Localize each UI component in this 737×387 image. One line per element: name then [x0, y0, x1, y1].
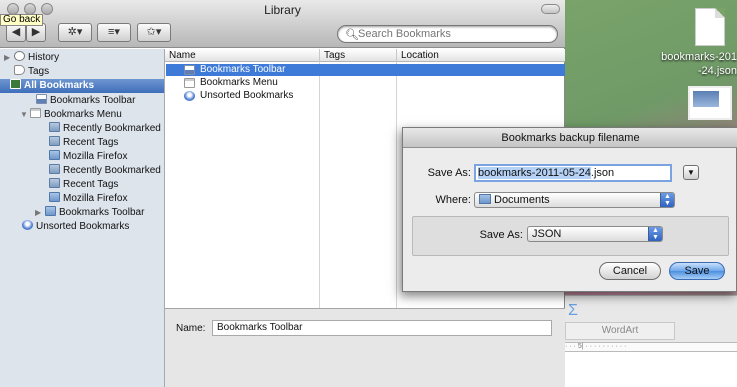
- smart-folder-icon: [49, 164, 60, 174]
- unsorted-bookmarks-icon: [22, 220, 33, 230]
- toolbar-folder-icon: [184, 65, 195, 75]
- organize-button[interactable]: ✲▾: [58, 23, 92, 42]
- save-as-label: Save As:: [427, 167, 471, 179]
- sidebar-item-label: Recently Bookmarked: [63, 165, 161, 176]
- format-popup[interactable]: JSON ▲ ▼: [527, 226, 663, 242]
- screenshot-thumbnail-icon[interactable]: [688, 86, 732, 120]
- filename-selected-text: bookmarks-2011-05-24: [478, 167, 591, 179]
- sidebar-item-mozilla-firefox[interactable]: Mozilla Firefox: [0, 150, 164, 164]
- desktop-file-label-line-2: -24.json: [697, 65, 737, 77]
- sidebar-item-bookmarks-menu[interactable]: ▼ Bookmarks Menu: [0, 108, 164, 122]
- where-label: Where:: [435, 194, 471, 206]
- sidebar-item-bookmarks-toolbar[interactable]: Bookmarks Toolbar: [0, 94, 164, 108]
- sidebar-item-recent-tags[interactable]: Recent Tags: [0, 136, 164, 150]
- sidebar-item-label: Recent Tags: [63, 179, 119, 190]
- ruler: · · · 5| · · · · · · · · · ·: [565, 342, 737, 352]
- search-input[interactable]: [358, 27, 548, 41]
- filename-extension: .json: [590, 167, 615, 179]
- sidebar-item-tags[interactable]: Tags: [0, 65, 164, 79]
- toolbar-folder-icon: [36, 94, 47, 104]
- updown-arrows-icon: ▲ ▼: [648, 227, 662, 241]
- import-backup-button[interactable]: ✩▾: [137, 23, 171, 42]
- list-item[interactable]: Bookmarks Toolbar: [166, 64, 565, 76]
- clock-icon: [14, 51, 25, 61]
- where-popup[interactable]: Documents ▲ ▼: [474, 192, 675, 208]
- folder-icon: [49, 192, 60, 202]
- smart-folder-icon: [49, 178, 60, 188]
- sidebar: ▶ History Tags All Bookmarks Bookmarks To…: [0, 49, 165, 387]
- menu-folder-icon: [30, 108, 41, 118]
- chevron-down-icon: ▼: [687, 168, 695, 177]
- disclosure-triangle-icon[interactable]: ▶: [35, 206, 45, 220]
- sidebar-item-unsorted-bookmarks[interactable]: Unsorted Bookmarks: [0, 220, 164, 234]
- sidebar-item-recently-bookmarked[interactable]: Recently Bookmarked: [0, 122, 164, 136]
- sigma-icon[interactable]: Σ: [568, 302, 578, 320]
- title-bar: Library ◀ ▶ ✲▾ ≡▾ ✩▾ Go back 🔍︎: [0, 0, 565, 48]
- smart-folder-icon: [49, 136, 60, 146]
- format-label: Save As:: [479, 229, 523, 241]
- format-panel: Save As: JSON ▲ ▼: [412, 216, 729, 256]
- expand-dialog-button[interactable]: ▼: [683, 165, 699, 180]
- list-item-name: Bookmarks Toolbar: [200, 64, 286, 75]
- detail-pane: Name: Bookmarks Toolbar: [165, 308, 565, 387]
- menu-folder-icon: [184, 78, 195, 88]
- sidebar-item-mozilla-firefox[interactable]: Mozilla Firefox: [0, 192, 164, 206]
- list-item-name: Unsorted Bookmarks: [200, 90, 294, 101]
- sidebar-item-label: Mozilla Firefox: [63, 151, 128, 162]
- tooltip: Go back: [0, 14, 44, 26]
- save-dialog: Bookmarks backup filename Save As: bookm…: [402, 127, 737, 292]
- sidebar-item-label: Recently Bookmarked: [63, 123, 161, 134]
- sidebar-item-recent-tags[interactable]: Recent Tags: [0, 178, 164, 192]
- list-item[interactable]: Bookmarks Menu: [166, 77, 565, 89]
- name-field[interactable]: Bookmarks Toolbar: [212, 320, 552, 336]
- where-value: Documents: [494, 194, 550, 206]
- save-button[interactable]: Save: [669, 262, 725, 280]
- wordart-tab[interactable]: WordArt: [565, 322, 675, 340]
- list-item-name: Bookmarks Menu: [200, 77, 278, 88]
- sidebar-item-label: Bookmarks Toolbar: [50, 95, 136, 106]
- sidebar-item-label: Recent Tags: [63, 137, 119, 148]
- updown-arrows-icon: ▲ ▼: [660, 193, 674, 207]
- tag-icon: [14, 65, 25, 75]
- sidebar-item-history[interactable]: ▶ History: [0, 51, 164, 65]
- disclosure-triangle-icon[interactable]: ▶: [4, 51, 14, 65]
- window-title: Library: [264, 3, 301, 17]
- sidebar-item-label: Mozilla Firefox: [63, 193, 128, 204]
- sidebar-item-label: Bookmarks Toolbar: [59, 207, 145, 218]
- name-label: Name:: [176, 323, 206, 334]
- desktop-file-label-line-1: bookmarks-201: [661, 51, 737, 63]
- toolbar-toggle-button[interactable]: [541, 4, 560, 14]
- filename-input[interactable]: bookmarks-2011-05-24.json: [474, 164, 672, 182]
- search-field[interactable]: 🔍︎: [337, 25, 558, 43]
- bookmarks-icon: [10, 79, 21, 89]
- cancel-button[interactable]: Cancel: [599, 262, 661, 280]
- format-value: JSON: [532, 228, 562, 240]
- search-icon: 🔍︎: [345, 29, 359, 41]
- dialog-title: Bookmarks backup filename: [403, 128, 737, 148]
- smart-folder-icon: [49, 122, 60, 132]
- sidebar-item-label: Bookmarks Menu: [44, 109, 122, 120]
- file-icon[interactable]: [695, 8, 725, 46]
- sidebar-item-bookmarks-toolbar[interactable]: ▶ Bookmarks Toolbar: [0, 206, 164, 220]
- sidebar-item-label: Tags: [28, 66, 50, 77]
- sidebar-item-recently-bookmarked[interactable]: Recently Bookmarked: [0, 164, 164, 178]
- column-header-tags[interactable]: Tags: [319, 49, 396, 62]
- sidebar-item-label: Unsorted Bookmarks: [36, 221, 130, 232]
- list-item[interactable]: Unsorted Bookmarks: [166, 90, 565, 102]
- column-header-location[interactable]: Location: [396, 49, 565, 62]
- sidebar-item-all-bookmarks[interactable]: All Bookmarks: [0, 79, 164, 93]
- desktop-file-label[interactable]: bookmarks-201 -24.json: [652, 50, 737, 78]
- views-button[interactable]: ≡▾: [97, 23, 131, 42]
- sidebar-item-label: History: [28, 52, 60, 63]
- column-header-name[interactable]: Name: [165, 49, 315, 62]
- document-page: [565, 352, 737, 387]
- list-header: Name Tags Location: [165, 49, 565, 62]
- folder-icon: [479, 194, 491, 204]
- sidebar-item-label: All Bookmarks: [24, 80, 95, 91]
- folder-icon: [49, 150, 60, 160]
- folder-icon: [45, 206, 56, 216]
- disclosure-triangle-icon[interactable]: ▼: [20, 108, 30, 122]
- unsorted-bookmarks-icon: [184, 91, 195, 101]
